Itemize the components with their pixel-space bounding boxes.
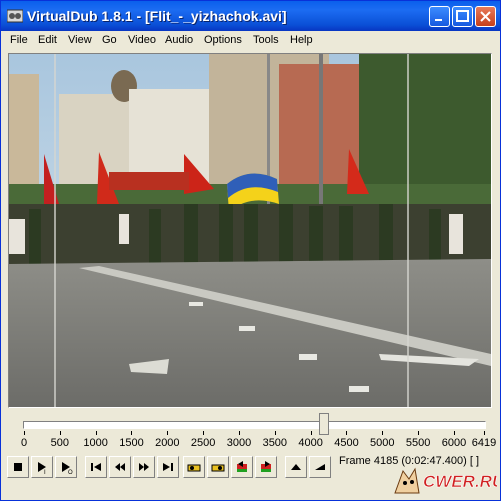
maximize-button[interactable] [452, 6, 473, 27]
timeline-tick [24, 431, 25, 435]
menu-video[interactable]: Video [128, 34, 156, 46]
step-forward-icon [139, 463, 149, 471]
minimize-button[interactable] [429, 6, 450, 27]
prev-keyframe-icon [187, 464, 201, 472]
timeline-tick [274, 431, 276, 435]
timeline-tick-label: 4500 [334, 437, 359, 449]
timeline-tick [484, 431, 485, 435]
timeline-tick-label: 1500 [119, 437, 144, 449]
timeline-tick [167, 431, 169, 435]
mark-out-icon [315, 464, 325, 470]
timeline-tick-label: 3500 [262, 437, 288, 449]
step-back-button[interactable] [109, 456, 131, 478]
menu-options[interactable]: Options [204, 34, 242, 46]
go-end-icon [163, 463, 173, 471]
go-end-button[interactable] [157, 456, 179, 478]
timeline-tick [238, 431, 240, 435]
close-icon [480, 11, 491, 22]
timeline-tick [131, 431, 133, 435]
timeline-track[interactable] [23, 421, 486, 429]
prev-keyframe-button[interactable] [183, 456, 205, 478]
timeline-tick-label: 3000 [226, 437, 252, 449]
mark-in-button[interactable] [285, 456, 307, 478]
go-start-icon [91, 463, 101, 471]
timeline-tick [346, 431, 348, 435]
scene-forward-button[interactable] [255, 456, 277, 478]
menu-edit[interactable]: Edit [38, 34, 57, 46]
svg-text:I: I [44, 470, 46, 475]
next-keyframe-button[interactable] [207, 456, 229, 478]
video-preview-pane[interactable] [8, 53, 492, 408]
menu-audio[interactable]: Audio [165, 34, 193, 46]
minimize-icon [435, 19, 442, 21]
scene-back-icon [237, 461, 247, 472]
play-output-icon: O [62, 462, 73, 475]
menu-help[interactable]: Help [290, 34, 313, 46]
video-frame-image [9, 54, 491, 407]
step-back-icon [115, 463, 125, 471]
timeline-tick-label: 4000 [298, 437, 323, 449]
scene-back-button[interactable] [231, 456, 253, 478]
play-input-button[interactable]: I [31, 456, 53, 478]
close-button[interactable] [475, 6, 496, 27]
virtualdub-app-icon[interactable] [7, 8, 23, 24]
go-start-button[interactable] [85, 456, 107, 478]
stop-icon [14, 463, 22, 471]
status-bar [1, 483, 500, 500]
timeline-tick-label: 5000 [370, 437, 395, 449]
timeline-tick-label: 1000 [83, 437, 108, 449]
timeline-tick-label: 500 [50, 437, 70, 449]
svg-text:O: O [68, 470, 73, 475]
timeline-slider[interactable]: 0 500 1000 1500 2000 2500 3000 3500 4000 4500 5000… [1, 409, 500, 453]
timeline-tick [95, 431, 97, 435]
menu-view[interactable]: View [68, 34, 92, 46]
timeline-tick [382, 431, 384, 435]
menu-go[interactable]: Go [102, 34, 117, 46]
stop-button[interactable] [7, 456, 29, 478]
scene-forward-icon [261, 461, 271, 472]
play-output-button[interactable]: O [55, 456, 77, 478]
timeline-tick-label: 0 [20, 437, 28, 449]
timeline-tick [203, 431, 205, 435]
menu-tools[interactable]: Tools [253, 34, 279, 46]
timeline-tick-label: 2500 [190, 437, 216, 449]
timeline-tick-label: 5500 [405, 437, 431, 449]
title-bar[interactable]: VirtualDub 1.8.1 - [Flit_-_yizhachok.avi… [1, 1, 500, 31]
menu-bar: File Edit View Go Video Audio Options To… [1, 31, 500, 50]
play-input-icon: I [38, 462, 46, 475]
timeline-tick-label: 2000 [155, 437, 180, 449]
timeline-tick-label: 6419 [471, 437, 497, 449]
step-forward-button[interactable] [133, 456, 155, 478]
timeline-tick-label: 6000 [441, 437, 467, 449]
maximize-icon [456, 10, 469, 22]
timeline-thumb[interactable] [318, 413, 329, 435]
timeline-tick [310, 431, 312, 435]
mark-out-button[interactable] [309, 456, 331, 478]
mark-in-icon [291, 464, 301, 470]
window-title: VirtualDub 1.8.1 - [Flit_-_yizhachok.avi… [27, 8, 287, 24]
menu-file[interactable]: File [10, 34, 28, 46]
next-keyframe-icon [211, 464, 225, 472]
timeline-tick [59, 431, 61, 435]
app-window: VirtualDub 1.8.1 - [Flit_-_yizhachok.avi… [0, 0, 501, 501]
timeline-tick [418, 431, 420, 435]
timeline-tick [453, 431, 455, 435]
